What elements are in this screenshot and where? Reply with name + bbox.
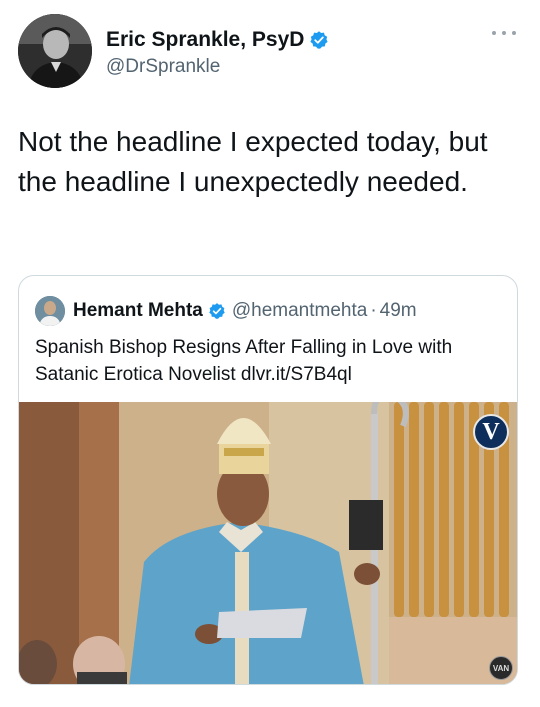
quoted-tweet[interactable]: Hemant Mehta @hemantmehta · 49m Spanish … xyxy=(18,275,518,685)
avatar-photo-icon[interactable] xyxy=(18,14,92,88)
news-photo-icon[interactable]: V VAN xyxy=(19,402,517,684)
author-name[interactable]: Eric Sprankle, PsyD xyxy=(106,28,304,52)
quoted-avatar-icon[interactable] xyxy=(35,296,65,326)
publisher-badge: V xyxy=(473,414,509,450)
verified-badge-icon xyxy=(209,303,225,319)
tweet-header: Eric Sprankle, PsyD @DrSprankle xyxy=(18,14,522,90)
quoted-tweet-header: Hemant Mehta @hemantmehta · 49m xyxy=(35,296,417,326)
author-name-row: Eric Sprankle, PsyD xyxy=(106,28,329,52)
more-dot xyxy=(492,31,496,35)
quoted-tweet-text: Spanish Bishop Resigns After Falling in … xyxy=(35,337,453,385)
tweet-card: Eric Sprankle, PsyD @DrSprankle Not the … xyxy=(0,0,540,707)
quoted-timestamp[interactable]: 49m xyxy=(380,300,417,322)
more-dot xyxy=(512,31,516,35)
watermark-logo: VAN xyxy=(489,656,513,680)
verified-badge-icon xyxy=(310,31,329,49)
quoted-author-name[interactable]: Hemant Mehta xyxy=(73,300,203,322)
quoted-author-handle[interactable]: @hemantmehta xyxy=(232,300,367,322)
tweet-text: Not the headline I expected today, but t… xyxy=(18,126,488,197)
dot-separator: · xyxy=(370,300,377,321)
more-options-icon[interactable] xyxy=(492,28,516,38)
author-handle[interactable]: @DrSprankle xyxy=(106,56,220,78)
more-dot xyxy=(502,31,506,35)
